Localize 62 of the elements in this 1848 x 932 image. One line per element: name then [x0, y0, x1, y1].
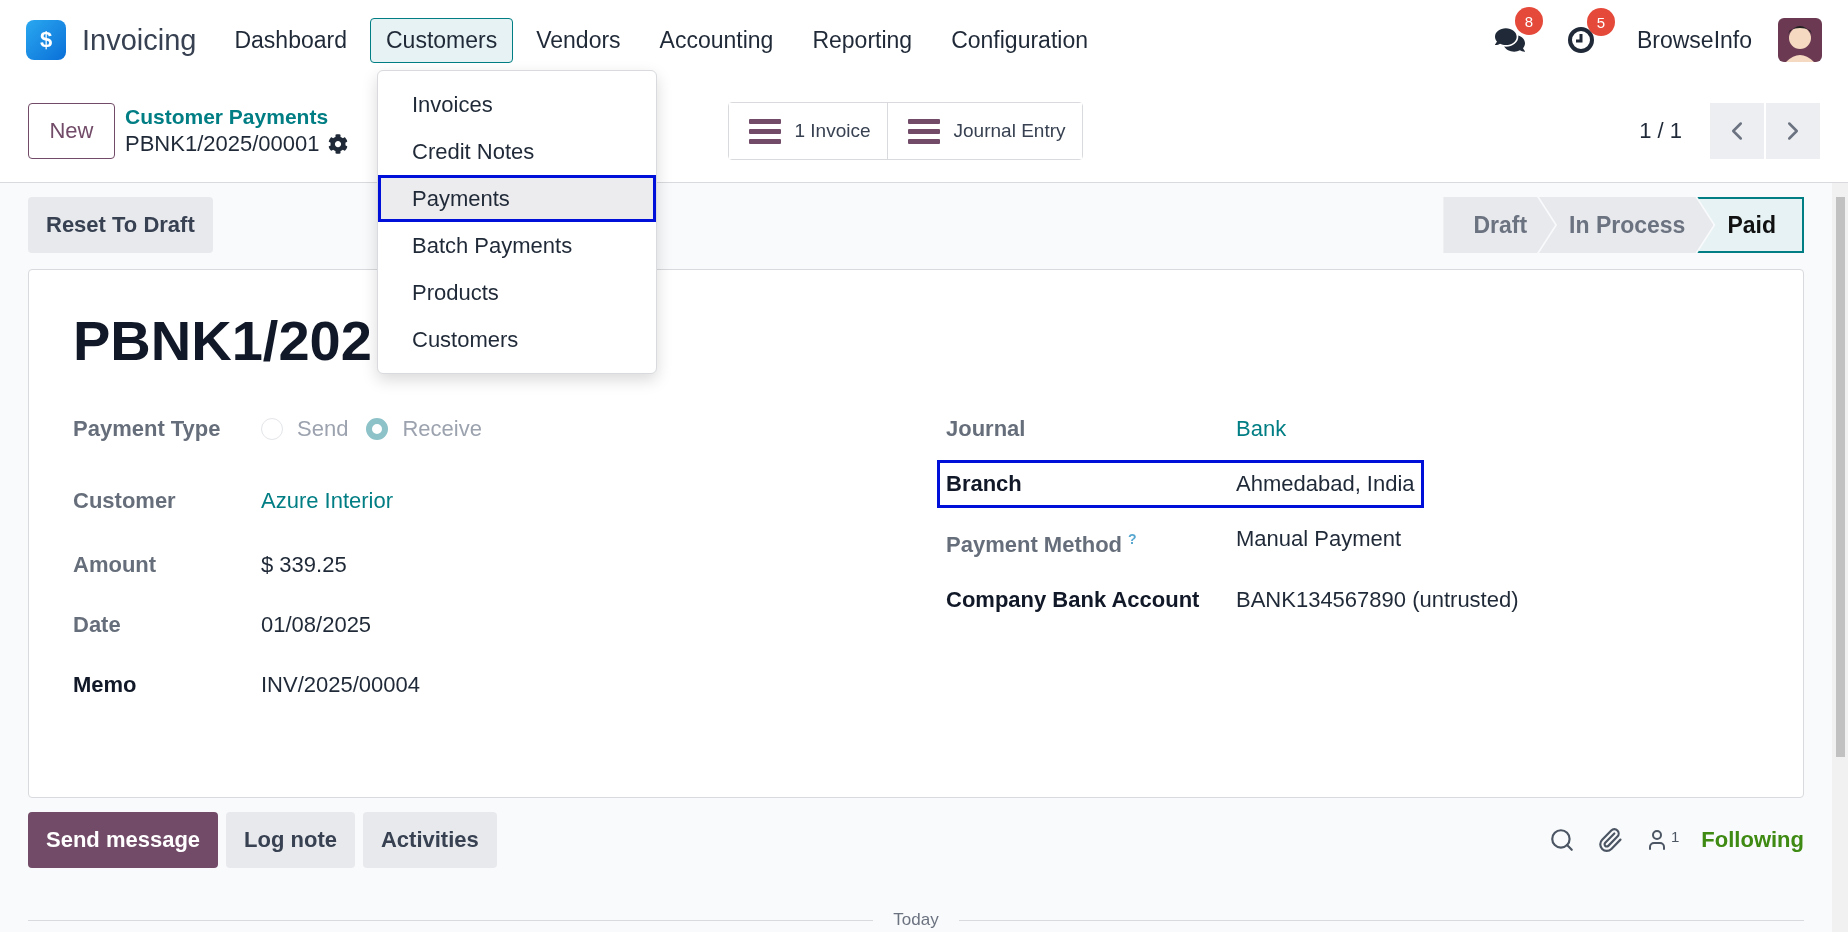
menu-item[interactable]: Configuration — [935, 17, 1104, 63]
field-link[interactable]: Azure Interior — [261, 483, 394, 519]
dropdown-item[interactable]: Customers — [378, 316, 656, 363]
menu-item[interactable]: Accounting — [643, 17, 790, 63]
reset-button[interactable]: Reset To Draft — [28, 197, 213, 253]
field-label: Amount — [73, 551, 158, 579]
user-name[interactable]: BrowseInfo — [1636, 26, 1752, 54]
record-title: PBNK1/202 — [73, 308, 372, 373]
new-button[interactable]: New — [28, 103, 115, 159]
scrollbar[interactable] — [1832, 183, 1848, 932]
list-icon — [907, 118, 940, 144]
message-count: 8 — [1514, 7, 1543, 35]
record-name: PBNK1/2025/00001 — [125, 131, 320, 157]
chatter-button[interactable]: Log note — [226, 812, 355, 868]
list-icon — [748, 118, 781, 144]
app-name[interactable]: Invoicing — [82, 23, 197, 57]
status-step[interactable]: Draft — [1443, 197, 1556, 253]
dropdown-item[interactable]: Batch Payments — [378, 222, 656, 269]
field-link[interactable]: Bank — [1236, 411, 1287, 447]
field-label: Branch — [946, 470, 1023, 498]
chat-icon[interactable] — [1494, 25, 1525, 55]
paperclip-icon[interactable] — [1597, 827, 1623, 853]
field-value: Manual Payment — [1236, 525, 1402, 553]
dropdown-item[interactable]: Payments — [378, 175, 656, 222]
field-value: Ahmedabad, India — [1236, 470, 1415, 498]
radio-button[interactable] — [366, 418, 389, 440]
status-step[interactable]: In Process — [1539, 197, 1714, 253]
field-value: $ 339.25 — [261, 551, 347, 579]
dropdown-item[interactable]: Products — [378, 269, 656, 316]
field-label: Payment Method $^{?}$ — [946, 530, 1138, 560]
field-label: Memo — [73, 671, 138, 699]
menu-item[interactable]: Customers — [370, 17, 514, 63]
menu-item[interactable]: Reporting — [796, 17, 929, 63]
field-label: Company Bank Account — [946, 586, 1201, 615]
dropdown-item[interactable]: Credit Notes — [378, 128, 656, 175]
field-label: Payment Type — [73, 415, 222, 443]
pager-value[interactable]: 1 / 1 — [1639, 118, 1682, 144]
clock-icon[interactable] — [1566, 26, 1595, 54]
user-avatar[interactable] — [1778, 18, 1822, 62]
field-label: Journal — [946, 415, 1027, 443]
chatter-button[interactable]: Activities — [362, 812, 497, 868]
dropdown-item[interactable]: Invoices — [378, 81, 656, 128]
radio-label: Receive — [402, 415, 482, 443]
following-button[interactable]: Following — [1701, 827, 1804, 853]
field-value: BANK134567890 (untrusted) — [1236, 586, 1519, 615]
field-label: Customer — [73, 487, 177, 515]
field-label: Date — [73, 611, 122, 639]
followers-button[interactable]: 1 — [1645, 828, 1680, 852]
smart-button[interactable]: 1 Invoice — [728, 103, 888, 159]
status-step[interactable]: Paid — [1697, 197, 1804, 253]
activity-count: 5 — [1586, 8, 1615, 36]
chatter-button[interactable]: Send message — [28, 812, 219, 868]
menu-item[interactable]: Vendors — [520, 17, 637, 63]
settings-icon[interactable] — [327, 134, 348, 154]
app-logo[interactable]: $ — [26, 20, 66, 60]
search-icon[interactable] — [1549, 827, 1575, 853]
field-value: 01/08/2025 — [261, 611, 372, 639]
date-separator: Today — [893, 910, 939, 930]
field-value: INV/2025/00004 — [261, 671, 421, 699]
breadcrumb-link[interactable]: Customer Payments — [125, 105, 348, 129]
radio-label: Send — [297, 415, 349, 443]
menu-item[interactable]: Dashboard — [218, 17, 363, 63]
